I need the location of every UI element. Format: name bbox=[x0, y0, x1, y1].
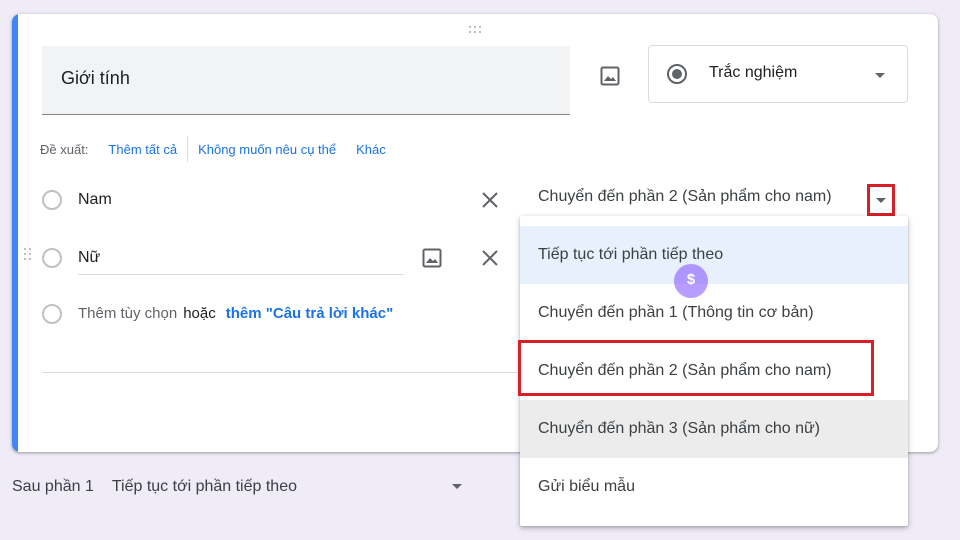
menu-item-label: Tiếp tục tới phần tiếp theo bbox=[538, 246, 724, 263]
menu-item-section-3[interactable]: Chuyển đến phần 3 (Sản phẩm cho nữ) bbox=[520, 400, 908, 458]
chevron-down-icon bbox=[875, 73, 885, 78]
go-to-section-menu: Tiếp tục tới phần tiếp theo Chuyển đến p… bbox=[518, 216, 908, 526]
option-radio-icon bbox=[42, 248, 62, 268]
remove-option-close-icon[interactable] bbox=[478, 188, 502, 212]
menu-item-section-2[interactable]: Chuyển đến phần 2 (Sản phẩm cho nam) bbox=[518, 340, 908, 400]
add-option-or: hoặc bbox=[183, 305, 216, 322]
suggestions-label: Đề xuất: bbox=[40, 141, 89, 157]
active-card-accent bbox=[12, 14, 18, 452]
chevron-down-icon bbox=[876, 198, 886, 203]
option-label-nu[interactable]: Nữ bbox=[78, 249, 100, 267]
after-section-row: Sau phần 1 Tiếp tục tới phần tiếp theo bbox=[12, 478, 297, 496]
go-to-section-select[interactable]: Chuyển đến phần 2 (Sản phẩm cho nam) bbox=[538, 188, 832, 206]
after-section-label: Sau phần 1 bbox=[12, 478, 94, 495]
question-type-select[interactable]: Trắc nghiệm bbox=[648, 45, 908, 103]
suggestion-other[interactable]: Khác bbox=[356, 142, 386, 157]
option-radio-icon bbox=[42, 190, 62, 210]
add-other-answer-link[interactable]: thêm "Câu trả lời khác" bbox=[226, 305, 393, 322]
suggestion-separator bbox=[187, 136, 189, 162]
menu-item-submit-form[interactable]: Gửi biểu mẫu bbox=[520, 458, 908, 516]
suggestions-row: Đề xuất: Thêm tất cả Không muốn nêu cụ t… bbox=[40, 136, 386, 162]
go-to-section-dropdown-button[interactable] bbox=[867, 184, 895, 216]
menu-item-label: Chuyển đến phần 2 (Sản phẩm cho nam) bbox=[538, 362, 832, 379]
suggestion-add-all[interactable]: Thêm tất cả bbox=[108, 142, 177, 157]
after-section-select[interactable]: Tiếp tục tới phần tiếp theo bbox=[112, 478, 297, 496]
add-image-icon[interactable] bbox=[598, 64, 622, 88]
suggestion-prefer-not-say[interactable]: Không muốn nêu cụ thể bbox=[198, 142, 336, 157]
add-option-row: Thêm tùy chọn hoặc thêm "Câu trả lời khác" bbox=[78, 305, 393, 322]
question-title: Giới tính bbox=[61, 68, 130, 88]
add-option-button[interactable]: Thêm tùy chọn bbox=[78, 305, 177, 322]
chevron-down-icon[interactable] bbox=[452, 484, 462, 489]
radio-filled-icon bbox=[667, 64, 687, 84]
option-label-nam[interactable]: Nam bbox=[78, 191, 112, 209]
question-type-label: Trắc nghiệm bbox=[709, 64, 798, 81]
question-title-field[interactable]: Giới tính bbox=[42, 46, 570, 115]
menu-item-label: Chuyển đến phần 1 (Thông tin cơ bản) bbox=[538, 304, 814, 321]
remove-option-close-icon[interactable] bbox=[478, 246, 502, 270]
card-divider bbox=[42, 372, 538, 373]
menu-item-section-1[interactable]: Chuyển đến phần 1 (Thông tin cơ bản) bbox=[520, 284, 908, 342]
menu-item-continue[interactable]: Tiếp tục tới phần tiếp theo bbox=[520, 226, 908, 298]
option-radio-icon bbox=[42, 304, 62, 324]
menu-item-label: Gửi biểu mẫu bbox=[538, 478, 635, 495]
option-drag-handle-icon[interactable] bbox=[24, 248, 34, 264]
add-image-icon[interactable] bbox=[420, 246, 444, 270]
drag-handle-icon[interactable] bbox=[467, 24, 487, 36]
menu-item-label: Chuyển đến phần 3 (Sản phẩm cho nữ) bbox=[538, 420, 821, 437]
option-input-underline bbox=[78, 274, 404, 275]
